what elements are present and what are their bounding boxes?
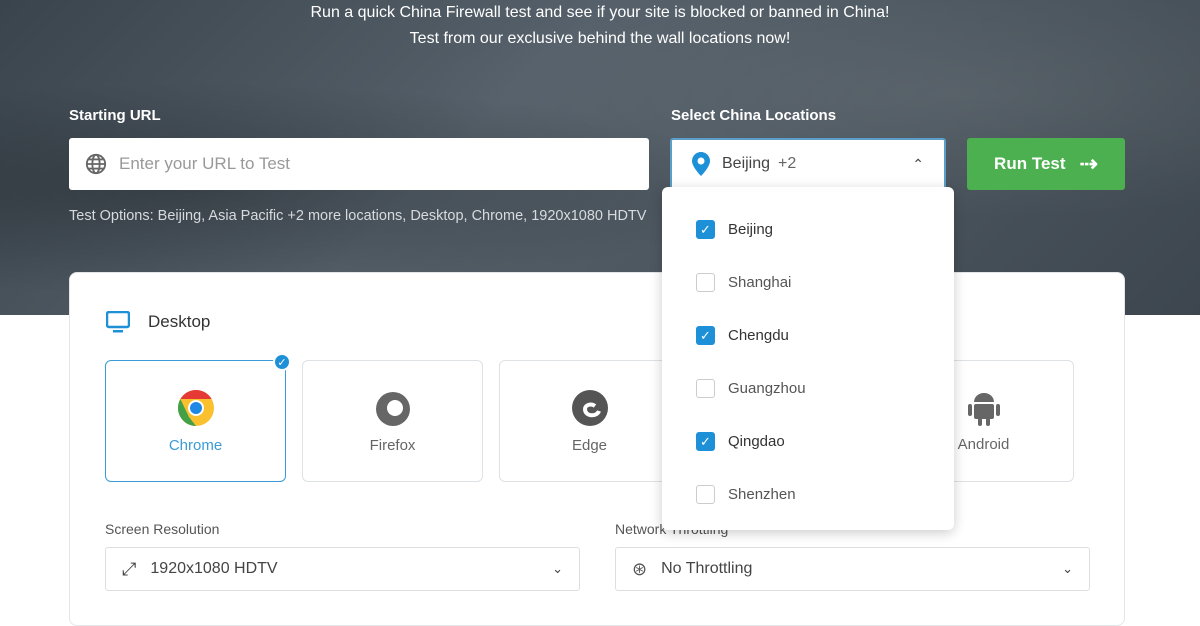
checkbox[interactable]: ✓ xyxy=(696,432,715,451)
check-icon: ✓ xyxy=(273,353,291,371)
resolution-value: 1920x1080 HDTV xyxy=(150,560,278,577)
location-option[interactable]: Shenzhen xyxy=(662,468,954,521)
browser-label: Android xyxy=(957,435,1010,453)
browser-edge[interactable]: Edge xyxy=(499,360,680,482)
chevron-down-icon: ⌄ xyxy=(552,561,563,576)
android-icon xyxy=(967,392,1000,426)
checkbox[interactable]: ✓ xyxy=(696,220,715,239)
hero-subtagline: Test from our exclusive behind the wall … xyxy=(409,30,791,47)
locations-label: Select China Locations xyxy=(671,107,837,124)
edge-icon xyxy=(571,389,608,426)
resize-icon: ⤢ xyxy=(122,558,137,579)
test-options-summary: Test Options: Beijing, Asia Pacific +2 m… xyxy=(69,208,647,224)
starting-url-label: Starting URL xyxy=(69,107,161,124)
checkbox[interactable]: ✓ xyxy=(696,326,715,345)
location-option[interactable]: ✓ Beijing xyxy=(662,203,954,256)
location-label: Qingdao xyxy=(728,433,785,450)
throttling-value: No Throttling xyxy=(661,560,753,577)
globe-icon xyxy=(85,153,107,175)
run-test-label: Run Test xyxy=(994,154,1066,173)
locations-selected: Beijing xyxy=(722,155,771,172)
map-pin-icon xyxy=(692,152,710,176)
test-config-card: Desktop ✓ Chrome Firefox Edge Android Sc… xyxy=(69,272,1125,626)
device-title: Desktop xyxy=(148,312,211,331)
location-option[interactable]: Guangzhou xyxy=(662,362,954,415)
browser-chrome[interactable]: ✓ Chrome xyxy=(105,353,291,482)
desktop-icon xyxy=(106,311,130,333)
firefox-icon xyxy=(375,391,410,426)
locations-extra-count: +2 xyxy=(778,155,797,172)
run-test-button[interactable]: Run Test ⇢ xyxy=(967,138,1125,190)
checkbox[interactable] xyxy=(696,273,715,292)
throttling-select[interactable]: ⊛ No Throttling ⌄ xyxy=(615,547,1090,591)
location-label: Beijing xyxy=(728,221,774,238)
chevron-up-icon: ⌃ xyxy=(912,155,924,172)
location-label: Chengdu xyxy=(728,327,789,344)
network-icon: ⊛ xyxy=(632,558,648,579)
location-label: Shanghai xyxy=(728,274,792,291)
locations-select[interactable]: Beijing +2 ⌃ xyxy=(670,138,946,190)
resolution-select[interactable]: ⤢ 1920x1080 HDTV ⌄ xyxy=(105,547,580,591)
hero-tagline: Run a quick China Firewall test and see … xyxy=(310,4,890,21)
checkbox[interactable] xyxy=(696,485,715,504)
browser-label: Edge xyxy=(571,436,608,454)
browser-firefox[interactable]: Firefox xyxy=(302,360,483,482)
location-option[interactable]: ✓ Chengdu xyxy=(662,309,954,362)
url-input[interactable] xyxy=(119,154,599,174)
chevron-down-icon: ⌄ xyxy=(1062,561,1073,576)
resolution-label: Screen Resolution xyxy=(105,521,220,537)
chrome-icon xyxy=(177,389,214,426)
url-field xyxy=(69,138,649,190)
locations-dropdown: ✓ Beijing Shanghai ✓ Chengdu Guangzhou ✓ Qingda… xyxy=(662,187,954,530)
arrow-right-icon: ⇢ xyxy=(1079,151,1098,176)
location-label: Guangzhou xyxy=(728,380,806,397)
location-option[interactable]: Shanghai xyxy=(662,256,954,309)
checkbox[interactable] xyxy=(696,379,715,398)
location-label: Shenzhen xyxy=(728,486,796,503)
browser-label: Firefox xyxy=(369,436,416,454)
browser-label: Chrome xyxy=(168,436,223,454)
location-option[interactable]: ✓ Qingdao xyxy=(662,415,954,468)
